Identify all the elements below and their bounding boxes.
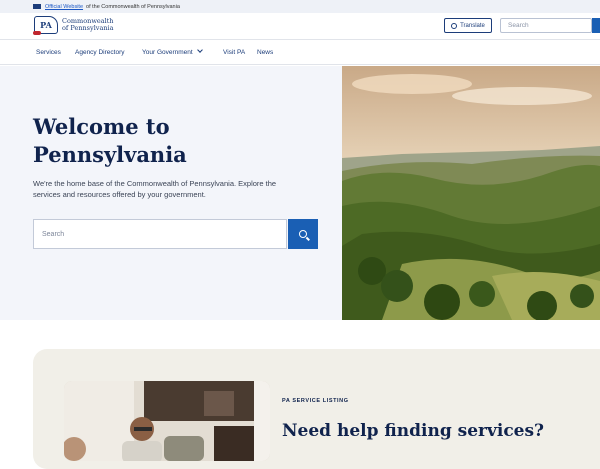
official-banner-text: of the Commonwealth of Pennsylvania	[86, 3, 180, 10]
hero-subtitle: We're the home base of the Commonwealth …	[33, 179, 277, 199]
nav-visit-pa[interactable]: Visit PA	[223, 49, 245, 56]
site-header: PA Commonwealth of Pennsylvania Translat…	[0, 13, 600, 40]
hero-section: Welcome to Pennsylvania We're the home b…	[0, 66, 342, 320]
landscape-image	[342, 66, 600, 320]
nav-your-government[interactable]: Your Government	[142, 47, 203, 56]
hero-search-button[interactable]	[288, 219, 318, 249]
pa-logo-text: Commonwealth of Pennsylvania	[62, 18, 113, 32]
nav-news[interactable]: News	[257, 49, 273, 56]
hero-title: Welcome to Pennsylvania	[33, 114, 187, 167]
service-photo	[64, 381, 270, 461]
translate-button[interactable]: Translate	[444, 18, 492, 33]
service-listing-label: PA SERVICE LISTING	[282, 398, 349, 404]
globe-icon	[451, 22, 458, 29]
nav-your-government-label: Your Government	[142, 49, 193, 56]
header-search-input[interactable]: Search	[500, 18, 592, 33]
official-website-link[interactable]: Official Website	[45, 4, 83, 10]
chevron-down-icon	[196, 47, 203, 53]
hero-search-input[interactable]: Search	[33, 219, 287, 249]
nav-services[interactable]: Services	[36, 49, 61, 56]
header-search-button[interactable]	[592, 18, 600, 33]
pa-logo[interactable]: PA Commonwealth of Pennsylvania	[33, 16, 113, 35]
official-banner: Official Website of the Commonwealth of …	[0, 0, 600, 13]
pa-logo-mark: PA	[33, 16, 58, 35]
people-photo-illustration	[64, 381, 270, 461]
service-listing-title: Need help finding services?	[282, 421, 545, 441]
main-nav: Services Agency Directory Your Governmen…	[0, 40, 600, 65]
search-icon	[299, 230, 307, 238]
logo-line-2: of Pennsylvania	[62, 24, 114, 32]
landscape-illustration	[342, 66, 600, 320]
flag-icon	[33, 4, 41, 9]
nav-agency-directory[interactable]: Agency Directory	[75, 49, 125, 56]
translate-label: Translate	[460, 22, 485, 29]
